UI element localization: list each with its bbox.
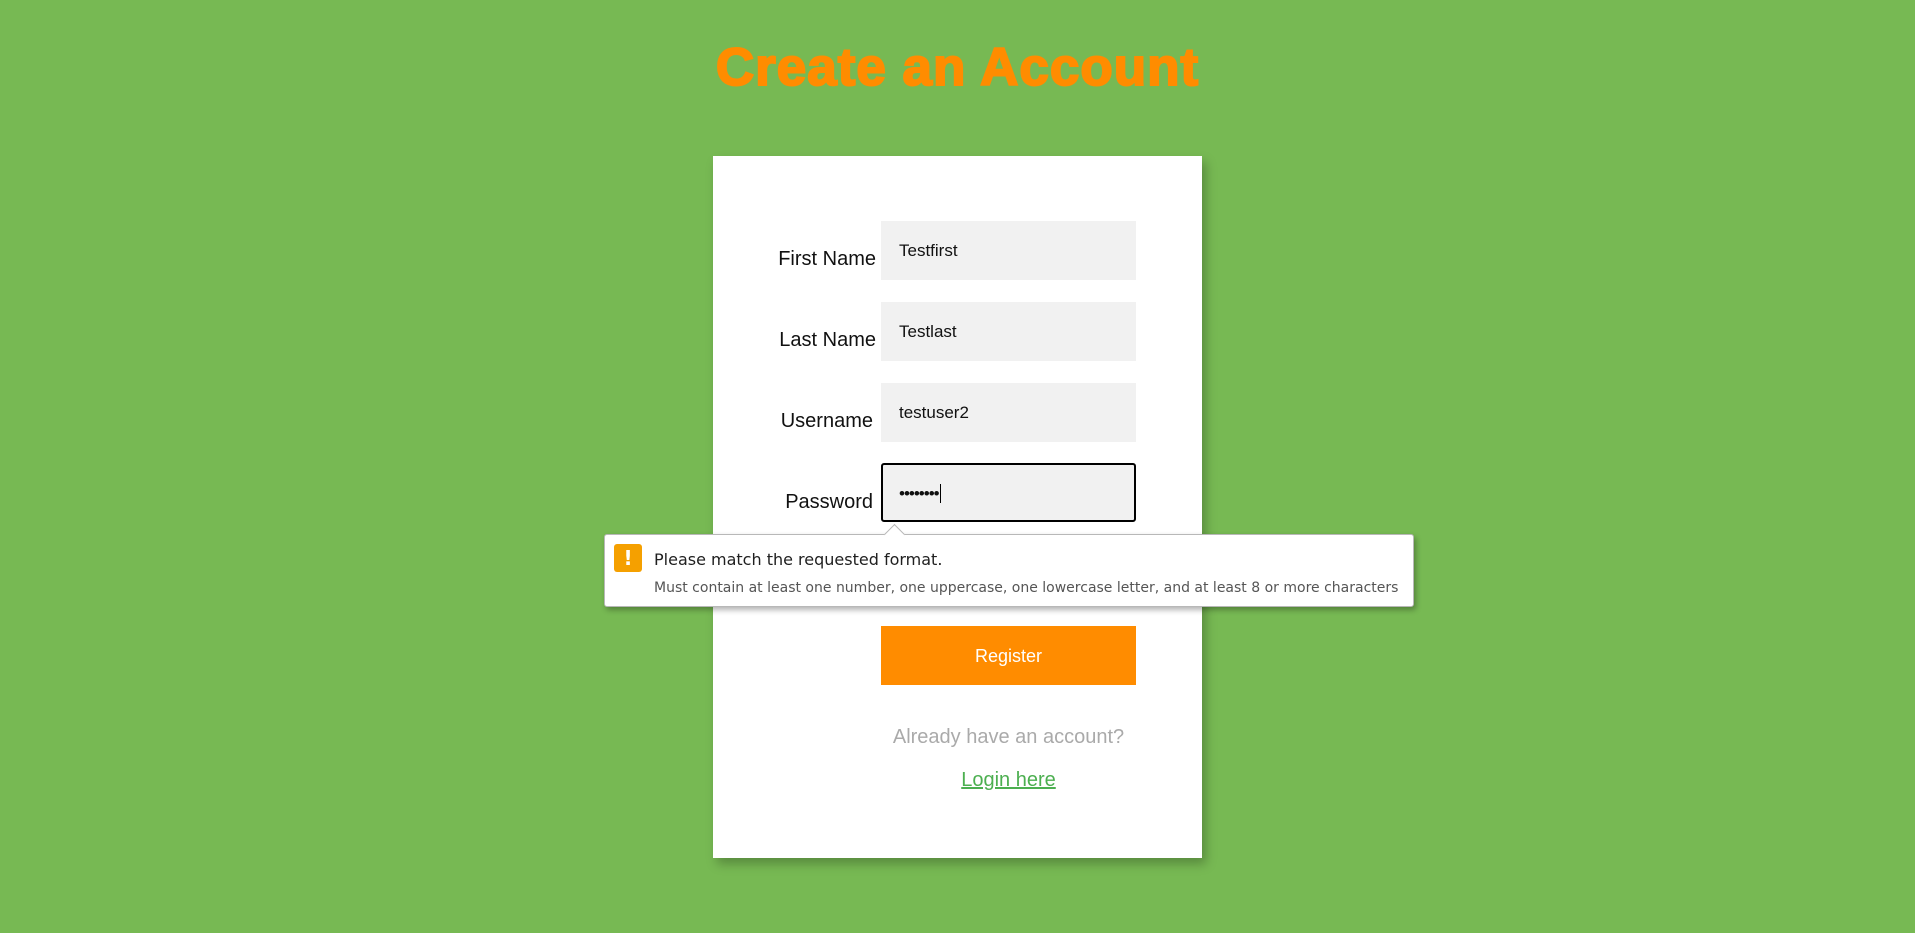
login-link[interactable]: Login here — [881, 769, 1136, 792]
last-name-input[interactable]: Testlast — [881, 302, 1136, 361]
validation-tooltip: ! Please match the requested format. Mus… — [604, 523, 1414, 607]
warning-icon: ! — [614, 544, 642, 572]
text-caret — [939, 484, 941, 504]
username-input[interactable]: testuser2 — [881, 383, 1136, 442]
username-label: Username — [780, 410, 873, 432]
first-name-label: First Name — [778, 248, 876, 270]
last-name-label: Last Name — [779, 329, 876, 351]
first-name-input[interactable]: Testfirst — [881, 221, 1136, 280]
password-masked-value: •••••••• — [899, 484, 940, 504]
tooltip-title: Please match the requested format. — [654, 550, 943, 569]
already-have-account-text: Already have an account? — [892, 726, 1125, 748]
password-input[interactable]: •••••••• — [881, 463, 1136, 522]
password-label: Password — [785, 491, 873, 513]
tooltip-detail: Must contain at least one number, one up… — [654, 580, 1399, 596]
page-title: Create an Account — [715, 37, 1200, 98]
register-button[interactable]: Register — [881, 626, 1136, 685]
register-form-card: First Name Testfirst Last Name Testlast … — [713, 156, 1202, 858]
